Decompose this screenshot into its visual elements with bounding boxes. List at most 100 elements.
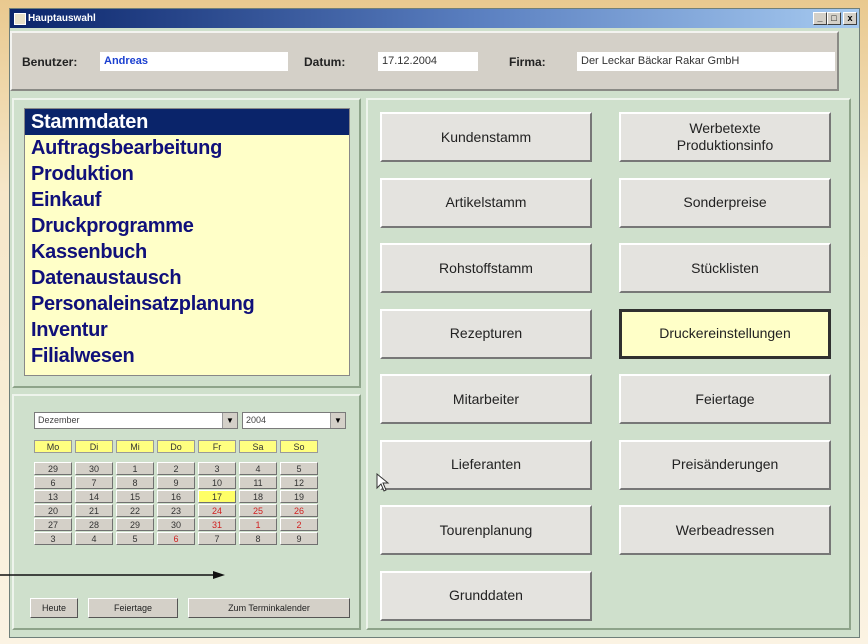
weekday-header: Mi: [116, 440, 154, 453]
function-button[interactable]: Preisänderungen: [619, 439, 831, 490]
calendar-day[interactable]: 23: [157, 504, 195, 517]
calendar-day[interactable]: 22: [116, 504, 154, 517]
weekday-header: Sa: [239, 440, 277, 453]
month-select[interactable]: Dezember ▼: [34, 412, 238, 429]
company-field: Der Leckar Bäckar Rakar GmbH: [577, 52, 835, 71]
today-button[interactable]: Heute: [30, 598, 78, 618]
calendar-day[interactable]: 2: [280, 518, 318, 531]
calendar-day[interactable]: 4: [75, 532, 113, 545]
calendar-day[interactable]: 31: [198, 518, 236, 531]
calendar-day[interactable]: 5: [280, 462, 318, 475]
calendar-day[interactable]: 12: [280, 476, 318, 489]
calendar-day[interactable]: 24: [198, 504, 236, 517]
calendar-day[interactable]: 15: [116, 490, 154, 503]
module-item[interactable]: Einkauf: [25, 187, 349, 213]
function-button[interactable]: Rezepturen: [380, 308, 592, 359]
module-panel: Stammdaten Auftragsbearbeitung Produktion E…: [12, 98, 361, 388]
module-item[interactable]: Auftragsbearbeitung: [25, 135, 349, 161]
weekday-header: Fr: [198, 440, 236, 453]
calendar-day[interactable]: 2: [157, 462, 195, 475]
mouse-cursor-icon: [376, 473, 390, 492]
module-list[interactable]: Stammdaten Auftragsbearbeitung Produktion E…: [24, 108, 350, 376]
module-item[interactable]: Druckprogramme: [25, 213, 349, 239]
module-item[interactable]: Kassenbuch: [25, 239, 349, 265]
maximize-button[interactable]: □: [827, 12, 841, 25]
function-button[interactable]: Feiertage: [619, 374, 831, 424]
calendar-day[interactable]: 16: [157, 490, 195, 503]
calendar-day[interactable]: 11: [239, 476, 277, 489]
calendar-day[interactable]: 21: [75, 504, 113, 517]
function-button[interactable]: Mitarbeiter: [380, 374, 592, 424]
calendar-day[interactable]: 19: [280, 490, 318, 503]
calendar-day[interactable]: 20: [34, 504, 72, 517]
module-item[interactable]: Personaleinsatzplanung: [25, 291, 349, 317]
year-value: 2004: [246, 415, 267, 425]
close-button[interactable]: x: [843, 12, 857, 25]
year-select[interactable]: 2004 ▼: [242, 412, 346, 429]
function-button[interactable]: Rohstoffstamm: [380, 243, 592, 293]
function-button[interactable]: Stücklisten: [619, 243, 831, 293]
title-bar[interactable]: Hauptauswahl _ □ x: [10, 9, 859, 28]
weekday-header: So: [280, 440, 318, 453]
dropdown-arrow-icon[interactable]: ▼: [330, 413, 345, 428]
calendar-day[interactable]: 14: [75, 490, 113, 503]
calendar-day[interactable]: 17: [198, 490, 236, 503]
month-value: Dezember: [38, 415, 80, 425]
calendar-day[interactable]: 8: [116, 476, 154, 489]
calendar-day[interactable]: 27: [34, 518, 72, 531]
module-item[interactable]: Filialwesen: [25, 343, 349, 369]
calendar-day[interactable]: 1: [239, 518, 277, 531]
calendar-day[interactable]: 29: [116, 518, 154, 531]
calendar-day[interactable]: 30: [75, 462, 113, 475]
minimize-button[interactable]: _: [813, 12, 827, 25]
calendar-day[interactable]: 8: [239, 532, 277, 545]
calendar-panel: Dezember ▼ 2004 ▼ Mo Di Mi Do Fr Sa So 29 30 1 2 3 4…: [12, 394, 361, 630]
calendar-day[interactable]: 3: [34, 532, 72, 545]
calendar-day[interactable]: 9: [280, 532, 318, 545]
weekday-header: Mo: [34, 440, 72, 453]
function-button[interactable]: Kundenstamm: [380, 112, 592, 162]
calendar-day[interactable]: 10: [198, 476, 236, 489]
calendar-day[interactable]: 4: [239, 462, 277, 475]
holidays-button[interactable]: Feiertage: [88, 598, 178, 618]
weekday-header: Di: [75, 440, 113, 453]
function-button[interactable]: Druckereinstellungen: [619, 308, 831, 359]
calendar-day[interactable]: 1: [116, 462, 154, 475]
user-field: Andreas: [100, 52, 288, 71]
function-button[interactable]: Artikelstamm: [380, 177, 592, 228]
header-bar: Benutzer: Andreas Datum: 17.12.2004 Firm…: [10, 31, 839, 91]
module-item[interactable]: Stammdaten: [25, 109, 349, 135]
calendar-day[interactable]: 3: [198, 462, 236, 475]
module-item[interactable]: Inventur: [25, 317, 349, 343]
app-icon: [14, 13, 26, 25]
function-button[interactable]: Lieferanten: [380, 439, 592, 490]
function-button[interactable]: Tourenplanung: [380, 505, 592, 555]
calendar-day[interactable]: 26: [280, 504, 318, 517]
calendar-day[interactable]: 9: [157, 476, 195, 489]
annotation-arrow: [0, 571, 225, 579]
calendar-day[interactable]: 28: [75, 518, 113, 531]
function-button[interactable]: Werbetexte Produktionsinfo: [619, 112, 831, 162]
calendar-day[interactable]: 29: [34, 462, 72, 475]
appointment-calendar-button[interactable]: Zum Terminkalender: [188, 598, 350, 618]
function-button[interactable]: Werbeadressen: [619, 505, 831, 555]
calendar-day[interactable]: 6: [157, 532, 195, 545]
module-item[interactable]: Produktion: [25, 161, 349, 187]
calendar-day[interactable]: 7: [75, 476, 113, 489]
dropdown-arrow-icon[interactable]: ▼: [222, 413, 237, 428]
calendar-day[interactable]: 30: [157, 518, 195, 531]
calendar-day[interactable]: 18: [239, 490, 277, 503]
function-button[interactable]: Sonderpreise: [619, 177, 831, 228]
calendar-day[interactable]: 7: [198, 532, 236, 545]
calendar-day[interactable]: 5: [116, 532, 154, 545]
function-button-panel: Kundenstamm Artikelstamm Rohstoffstamm Reze…: [366, 98, 851, 630]
calendar-day[interactable]: 13: [34, 490, 72, 503]
calendar-day[interactable]: 6: [34, 476, 72, 489]
function-button[interactable]: Grunddaten: [380, 570, 592, 621]
date-field: 17.12.2004: [378, 52, 478, 71]
module-item[interactable]: Datenaustausch: [25, 265, 349, 291]
user-label: Benutzer:: [22, 55, 78, 69]
company-label: Firma:: [509, 55, 546, 69]
calendar-day[interactable]: 25: [239, 504, 277, 517]
weekday-header: Do: [157, 440, 195, 453]
